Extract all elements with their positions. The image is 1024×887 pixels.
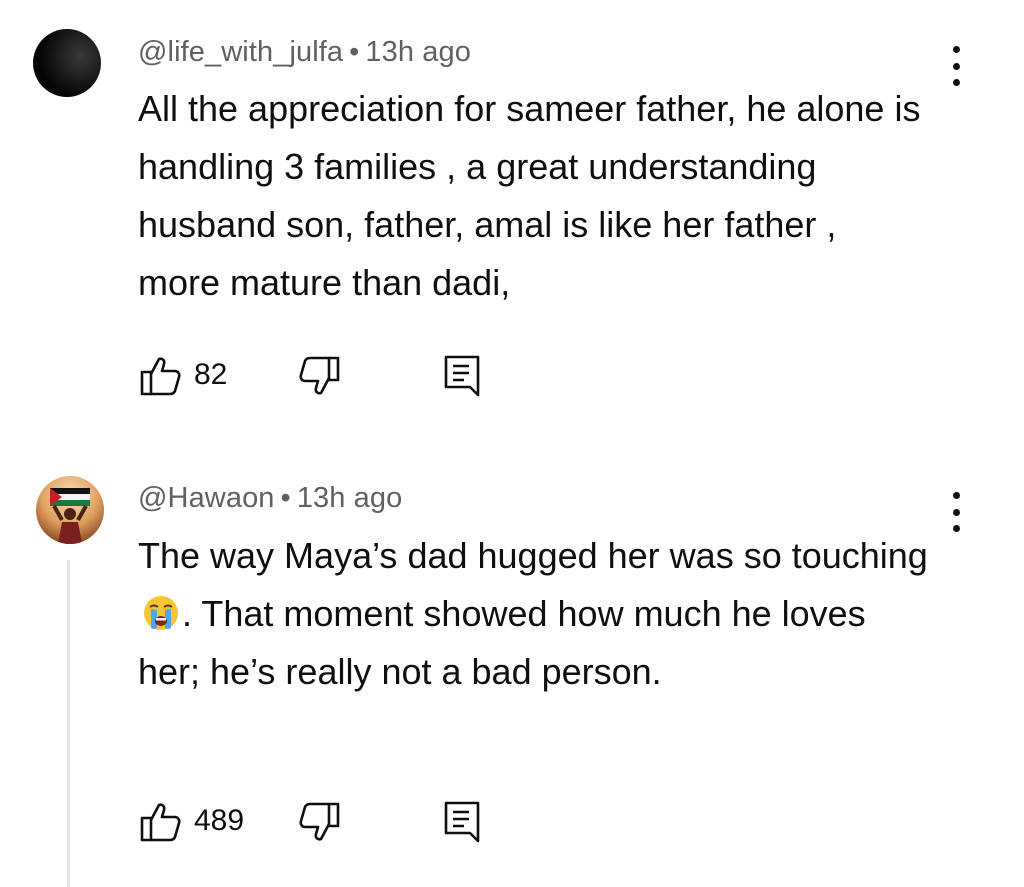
more-vert-icon[interactable] <box>936 490 976 534</box>
more-vert-icon[interactable] <box>936 44 976 88</box>
author-handle[interactable]: @Hawaon <box>138 482 275 514</box>
comment-actions: 82 <box>138 354 538 398</box>
like-icon[interactable] <box>138 354 182 403</box>
comment-actions: 489 <box>138 800 538 844</box>
comment-meta: @life_with_julfa • 13h ago <box>138 36 471 69</box>
avatar[interactable] <box>33 29 101 97</box>
like-icon[interactable] <box>138 800 182 849</box>
avatar[interactable] <box>36 476 104 544</box>
reply-icon[interactable] <box>442 800 482 849</box>
author-handle[interactable]: @life_with_julfa <box>138 36 343 68</box>
comment-text-part-1: The way Maya’s dad hugged her was so tou… <box>138 535 928 576</box>
dislike-icon[interactable] <box>298 800 342 849</box>
comment-text: All the appreciation for sameer father, … <box>138 88 921 303</box>
like-count: 489 <box>194 804 245 837</box>
reply-icon[interactable] <box>442 354 482 403</box>
comment-meta: @Hawaon • 13h ago <box>138 482 402 515</box>
like-count: 82 <box>194 358 228 391</box>
reply-thread-line <box>67 560 70 887</box>
dislike-icon[interactable] <box>298 354 342 403</box>
meta-separator: • <box>349 36 360 68</box>
meta-separator: • <box>280 482 291 514</box>
comment-text: The way Maya’s dad hugged her was so tou… <box>138 527 928 701</box>
person-holding-flag-avatar-icon <box>36 476 104 544</box>
comment-time: 13h ago <box>365 36 471 68</box>
comment-text-part-2: . That moment showed how much he loves h… <box>138 593 866 692</box>
dark-circle-avatar-icon <box>33 29 101 97</box>
comment-time: 13h ago <box>296 482 403 514</box>
loudly-crying-face-icon <box>142 591 180 630</box>
